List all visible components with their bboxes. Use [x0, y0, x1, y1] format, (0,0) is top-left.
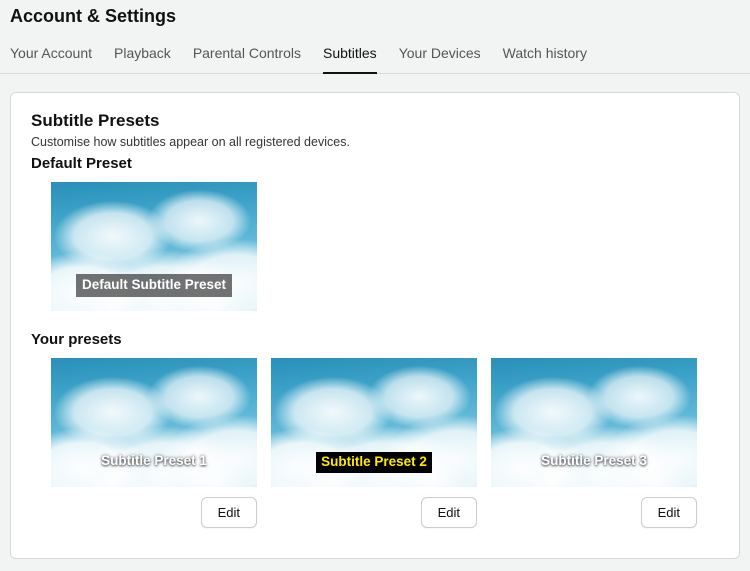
edit-button-preset-1[interactable]: Edit	[201, 497, 257, 528]
preset-caption-1: Subtitle Preset 1	[95, 450, 213, 473]
tab-subtitles[interactable]: Subtitles	[323, 35, 377, 73]
default-preset-card: Default Subtitle Preset	[51, 182, 257, 311]
tab-your-account[interactable]: Your Account	[10, 35, 92, 73]
preset-thumb-3[interactable]: Subtitle Preset 3	[491, 358, 697, 487]
subtitle-presets-panel: Subtitle Presets Customise how subtitles…	[10, 92, 740, 559]
section-title: Subtitle Presets	[31, 111, 719, 131]
tab-playback[interactable]: Playback	[114, 35, 171, 73]
preset-caption-3: Subtitle Preset 3	[535, 450, 653, 473]
section-description: Customise how subtitles appear on all re…	[31, 135, 719, 149]
preset-caption-2: Subtitle Preset 2	[316, 452, 432, 473]
preset-card-2: Subtitle Preset 2 Edit	[271, 358, 477, 528]
preset-thumb-2[interactable]: Subtitle Preset 2	[271, 358, 477, 487]
preset-card-1: Subtitle Preset 1 Edit	[51, 358, 257, 528]
preset-card-3: Subtitle Preset 3 Edit	[491, 358, 697, 528]
page-title: Account & Settings	[0, 0, 750, 35]
default-preset-heading: Default Preset	[31, 155, 719, 172]
settings-tabs: Your Account Playback Parental Controls …	[0, 35, 750, 74]
tab-parental-controls[interactable]: Parental Controls	[193, 35, 301, 73]
default-preset-row: Default Subtitle Preset	[51, 182, 719, 311]
your-presets-row: Subtitle Preset 1 Edit Subtitle Preset 2…	[51, 358, 719, 528]
default-preset-caption: Default Subtitle Preset	[76, 274, 232, 297]
edit-button-preset-2[interactable]: Edit	[421, 497, 477, 528]
edit-button-preset-3[interactable]: Edit	[641, 497, 697, 528]
your-presets-heading: Your presets	[31, 331, 719, 348]
preset-thumb-1[interactable]: Subtitle Preset 1	[51, 358, 257, 487]
default-preset-thumb[interactable]: Default Subtitle Preset	[51, 182, 257, 311]
tab-your-devices[interactable]: Your Devices	[399, 35, 481, 73]
tab-watch-history[interactable]: Watch history	[503, 35, 587, 73]
